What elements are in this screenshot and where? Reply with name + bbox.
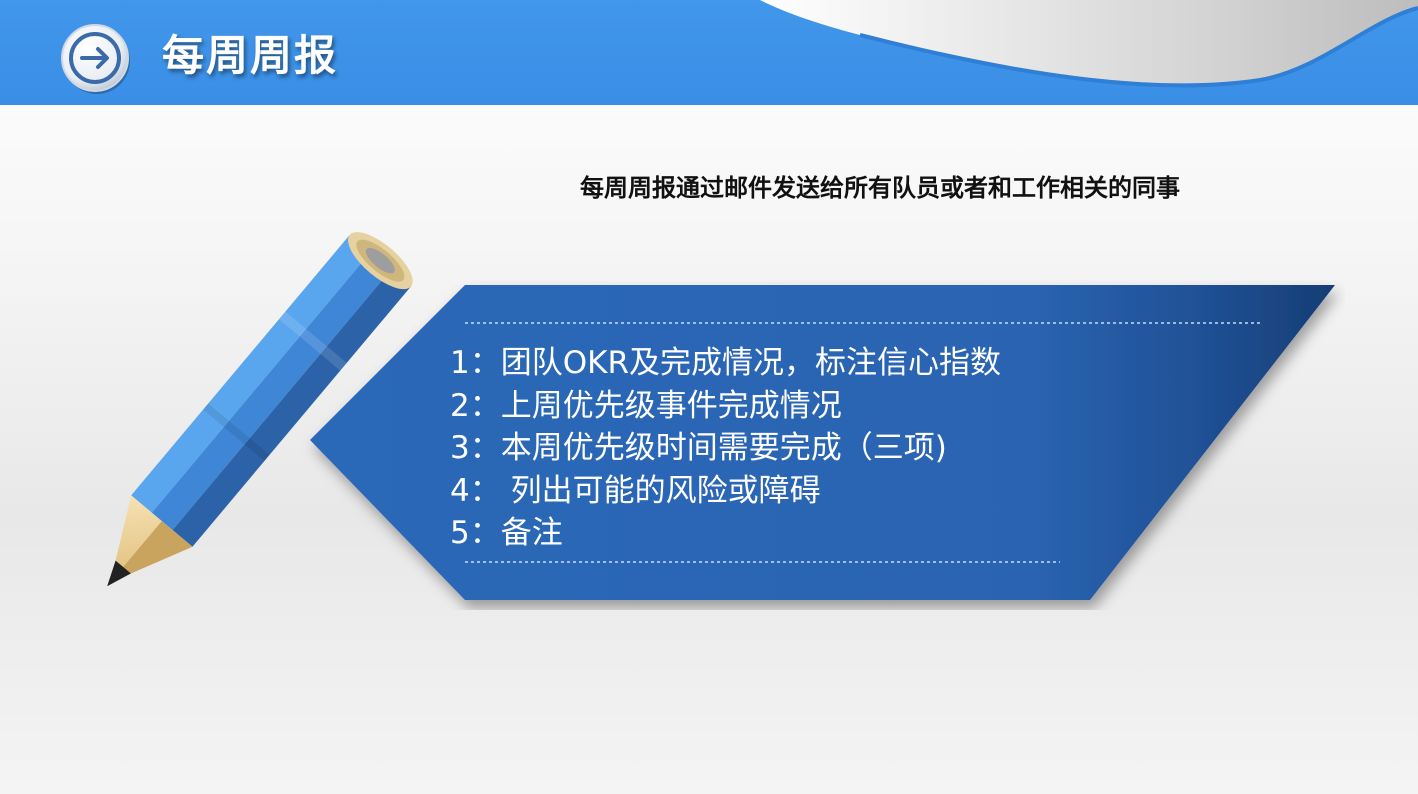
list-item: 1：团队OKR及完成情况，标注信心指数: [450, 345, 1001, 381]
list-item: 3：本周优先级时间需要完成（三项): [450, 430, 947, 466]
list-item: 2：上周优先级事件完成情况: [450, 387, 842, 424]
report-items-list: 1：团队OKR及完成情况，标注信心指数 2：上周优先级事件完成情况 3：本周优先…: [450, 342, 1170, 555]
slide: 每周周报 每周周报通过邮件发送给所有队员或者和工作相关的同事 1：团队OKR及完…: [0, 0, 1418, 794]
slide-subtitle: 每周周报通过邮件发送给所有队员或者和工作相关的同事: [580, 174, 1180, 202]
list-item: 5：备注: [450, 515, 563, 551]
arrow-right-icon: [61, 24, 130, 94]
page-title: 每周周报: [162, 31, 339, 80]
list-item: 4： 列出可能的风险或障碍: [450, 472, 821, 509]
